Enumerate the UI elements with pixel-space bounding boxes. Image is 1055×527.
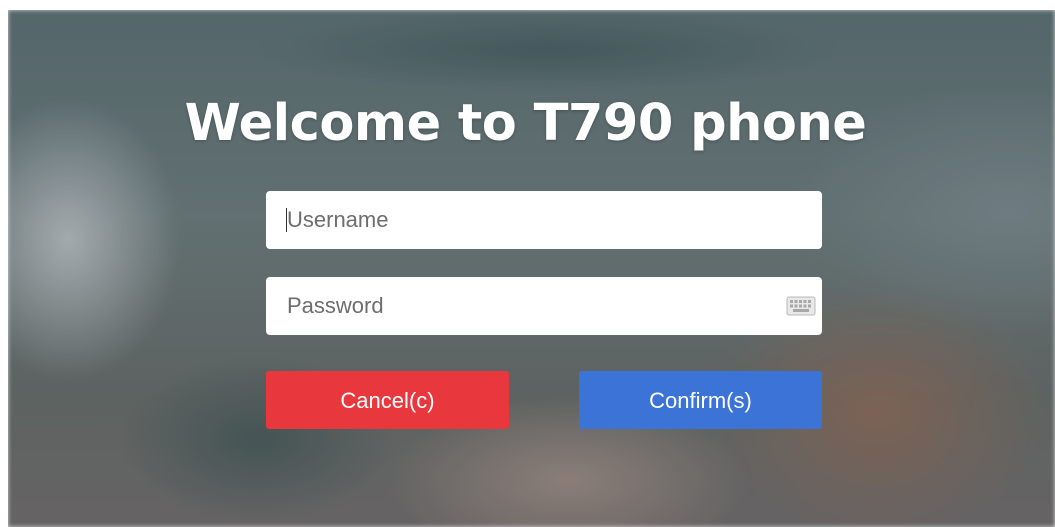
background-overlay <box>8 10 1055 527</box>
password-input[interactable] <box>266 277 822 335</box>
confirm-button[interactable]: Confirm(s) <box>579 371 822 429</box>
login-screen: Welcome to T790 phone Username Cancel(c)… <box>8 10 1055 527</box>
text-cursor <box>286 208 287 232</box>
username-input[interactable] <box>266 191 822 249</box>
keyboard-icon[interactable] <box>786 295 816 317</box>
password-field-container <box>266 277 822 335</box>
cancel-button[interactable]: Cancel(c) <box>266 371 509 429</box>
username-field-container <box>266 191 822 249</box>
page-title: Welcome to T790 phone <box>184 94 867 153</box>
